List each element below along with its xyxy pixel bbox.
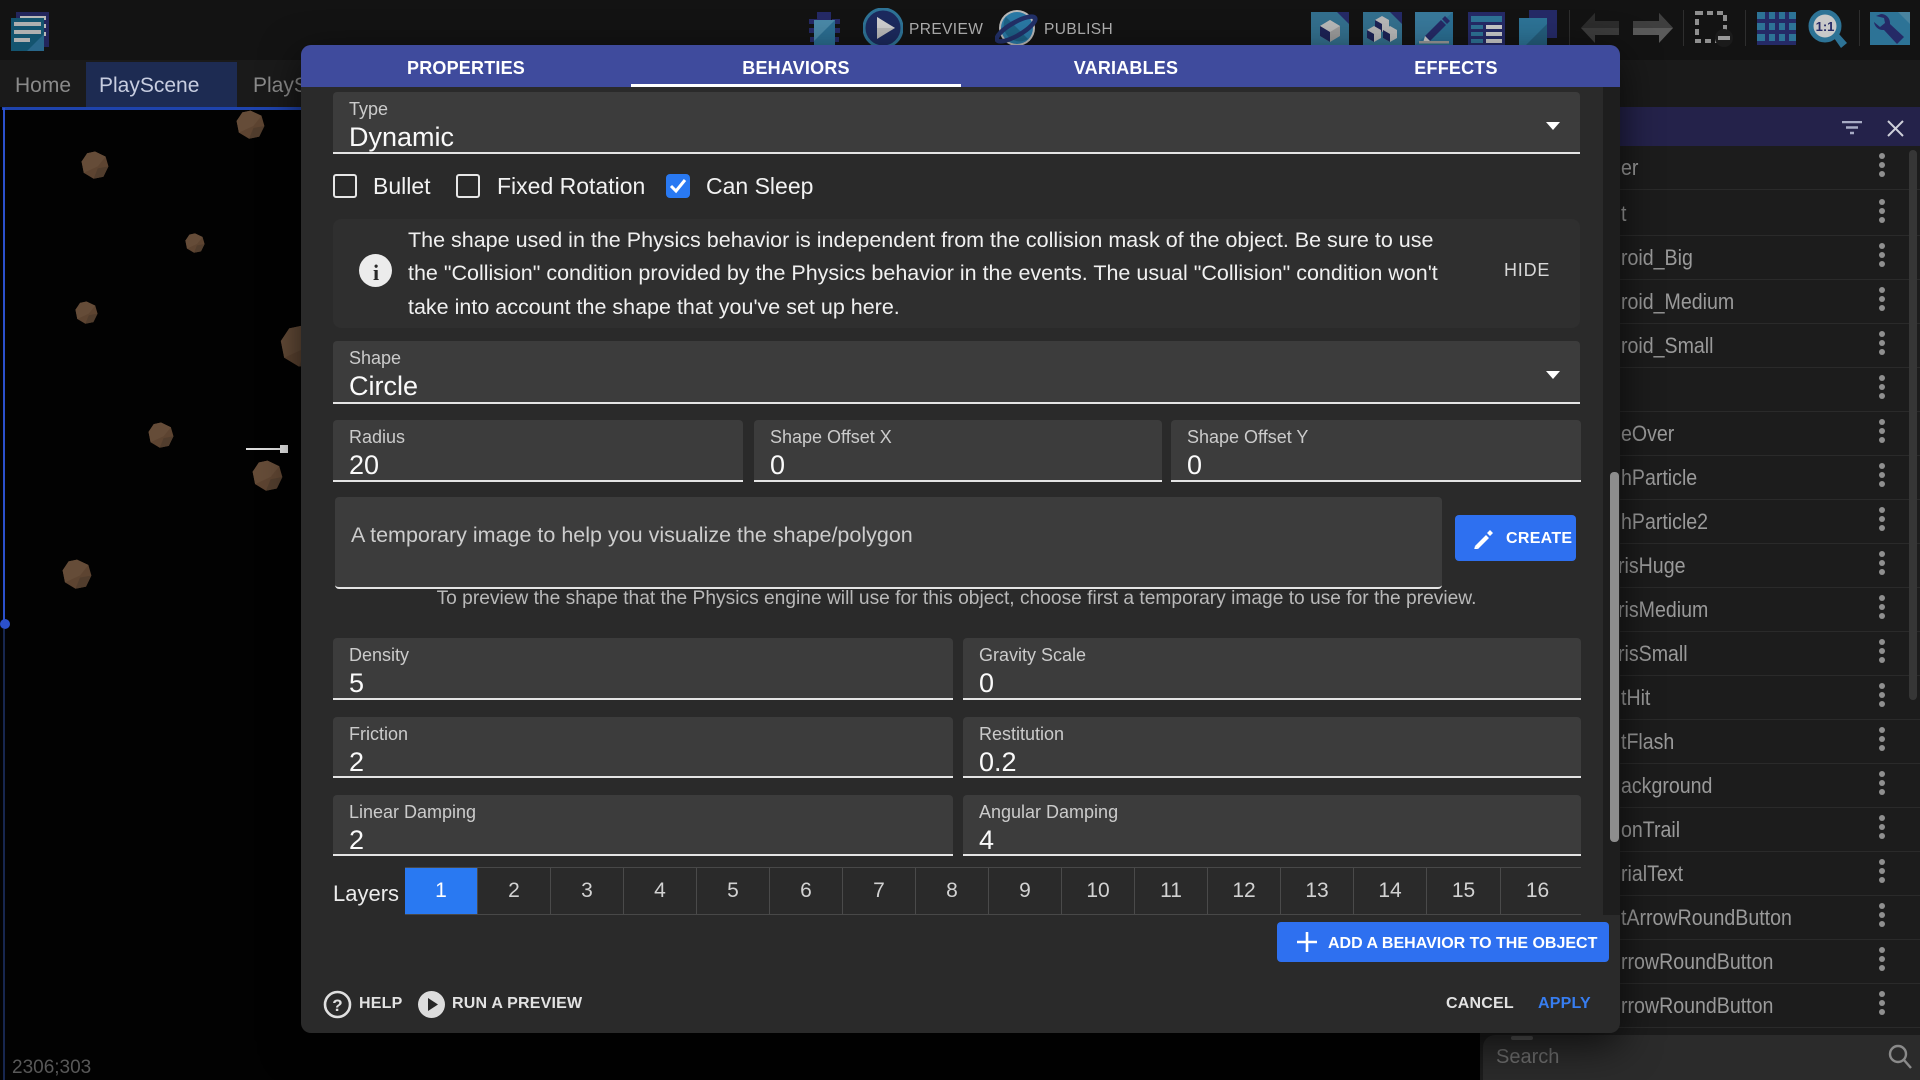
svg-text:?: ?	[332, 996, 342, 1015]
svg-text:1:1: 1:1	[1816, 19, 1835, 34]
